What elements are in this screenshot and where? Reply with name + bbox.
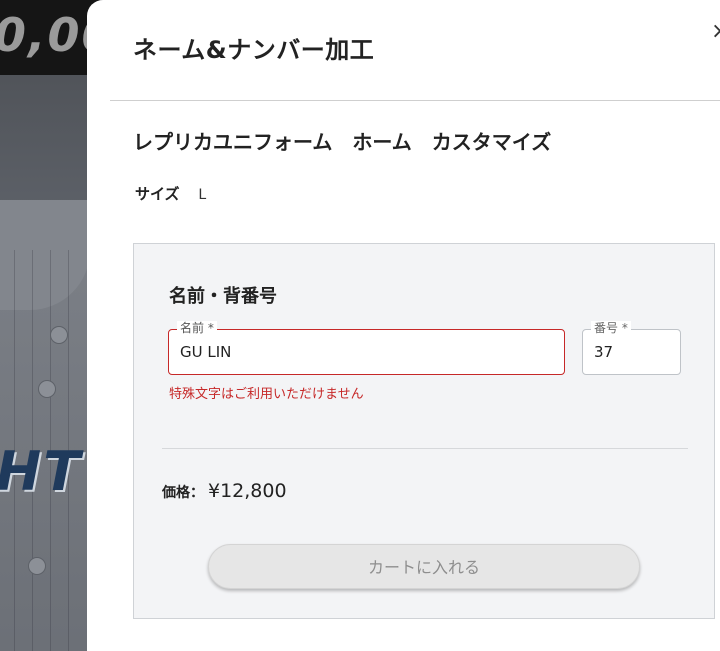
size-value: L	[198, 187, 207, 203]
name-input-value[interactable]: GU LIN	[180, 343, 231, 361]
background-price-text: 0,00	[0, 8, 100, 62]
size-label: サイズ	[135, 185, 180, 203]
name-input[interactable]: 名前 * GU LIN	[168, 321, 565, 375]
name-number-form: 名前・背番号 名前 * GU LIN 番号 * 37 特殊文字はご利用いただけま…	[133, 243, 715, 619]
close-icon[interactable]: ×	[711, 21, 720, 43]
number-input[interactable]: 番号 * 37	[582, 321, 681, 375]
jersey-button	[38, 380, 56, 398]
jersey-lettering: HT	[0, 440, 83, 503]
jersey-button	[28, 557, 46, 575]
customize-modal: ネーム&ナンバー加工 × レプリカユニフォーム ホーム カスタマイズ サイズ L…	[87, 0, 720, 651]
background-product-page: 0,00 HT	[0, 0, 100, 651]
price-label: 価格：	[162, 485, 204, 501]
background-price-bar: 0,00	[0, 0, 100, 75]
number-input-label: 番号 *	[591, 321, 631, 335]
modal-title: ネーム&ナンバー加工	[133, 36, 375, 64]
section-title: 名前・背番号	[169, 286, 277, 307]
price-row: 価格： ¥12,800	[162, 480, 287, 502]
price-value: ¥12,800	[208, 480, 287, 502]
jersey-button	[50, 326, 68, 344]
panel-divider	[162, 448, 688, 449]
name-error-message: 特殊文字はご利用いただけません	[169, 387, 364, 402]
modal-divider	[110, 100, 720, 101]
name-input-label: 名前 *	[177, 321, 217, 335]
size-row: サイズ L	[135, 183, 206, 204]
number-input-value[interactable]: 37	[594, 343, 613, 361]
product-name: レプリカユニフォーム ホーム カスタマイズ	[133, 130, 552, 154]
add-to-cart-button[interactable]: カートに入れる	[208, 544, 640, 589]
